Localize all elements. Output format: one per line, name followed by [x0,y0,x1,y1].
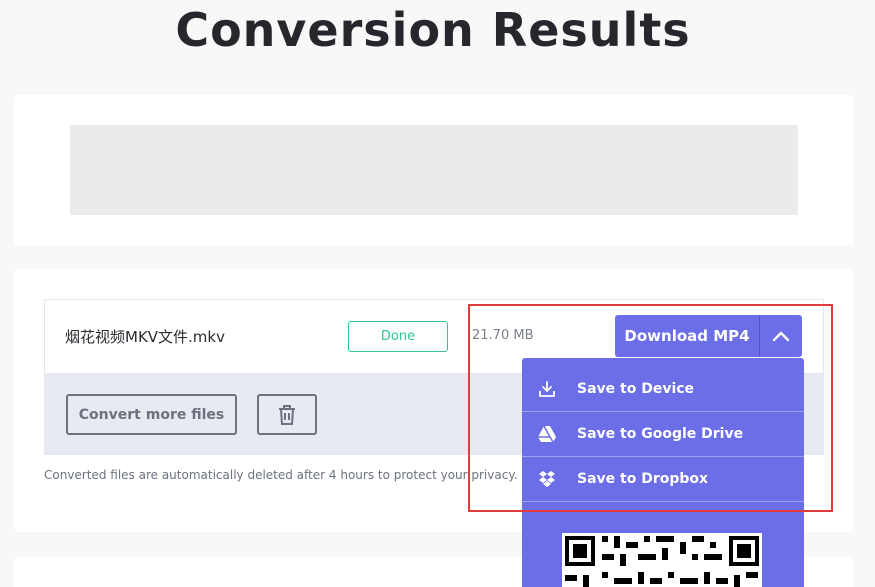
download-dropdown: Save to Device Save to Google Drive Save… [522,358,804,587]
google-drive-icon [537,424,557,444]
page-title: Conversion Results [175,3,691,57]
delete-button[interactable] [257,394,317,435]
save-to-device-item[interactable]: Save to Device [522,366,804,411]
chevron-up-icon [772,331,790,342]
dropbox-icon [537,469,557,489]
divider [522,501,804,502]
status-badge: Done [348,321,448,352]
trash-icon [279,404,295,425]
qr-code [562,533,762,587]
download-options-toggle[interactable] [759,315,802,357]
save-to-google-drive-item[interactable]: Save to Google Drive [522,411,804,456]
ad-card [14,95,854,245]
file-size: 21.70 MB [472,328,534,343]
download-icon [537,379,557,399]
dropdown-item-label: Save to Device [577,380,695,397]
ad-placeholder [70,125,798,215]
download-button[interactable]: Download MP4 [615,315,759,357]
convert-more-button[interactable]: Convert more files [66,394,237,435]
save-to-dropbox-item[interactable]: Save to Dropbox [522,456,804,501]
dropdown-item-label: Save to Google Drive [577,425,744,442]
download-button-group: Download MP4 [615,315,802,357]
file-name: 烟花视频MKV文件.mkv [65,328,225,346]
dropdown-item-label: Save to Dropbox [577,470,709,487]
